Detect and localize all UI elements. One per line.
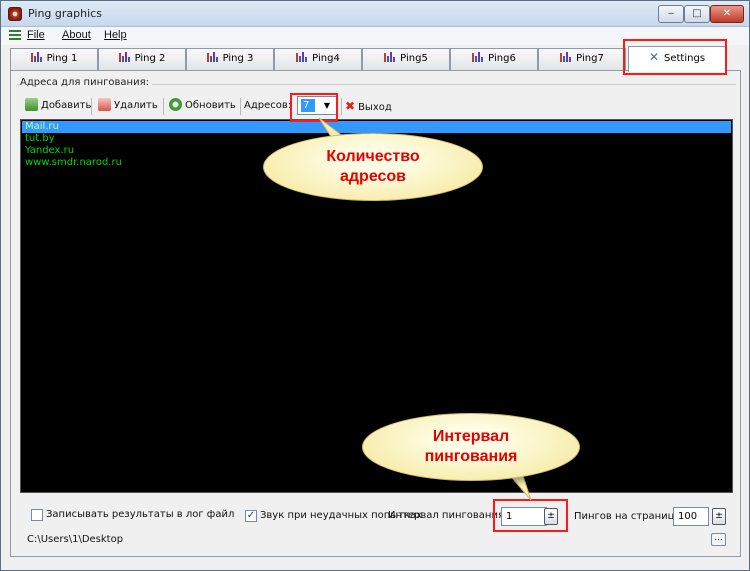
refresh-button-label: Обновить: [185, 100, 236, 111]
tab-label: Ping4: [312, 53, 340, 64]
bar-chart-icon: [384, 52, 396, 62]
address-count-value: 7: [301, 99, 315, 112]
tab-label: Ping7: [576, 53, 604, 64]
tab-ping-6[interactable]: Ping6: [450, 48, 538, 70]
chevron-down-icon[interactable]: ▼: [320, 99, 334, 112]
sound-on-fail-checkbox[interactable]: ✓: [245, 510, 257, 522]
menu-about[interactable]: About: [62, 29, 91, 41]
tab-ping-4[interactable]: Ping4: [274, 48, 362, 70]
menu-list-icon: [9, 30, 21, 41]
toolbar-separator: [240, 98, 241, 115]
toolbar-separator: [91, 98, 92, 115]
delete-button-label: Удалить: [114, 100, 158, 111]
interval-callout-line2: пингования: [424, 448, 518, 465]
log-to-file-checkbox[interactable]: [31, 509, 43, 521]
refresh-icon: [169, 98, 182, 111]
minimize-button[interactable]: ‒: [658, 5, 684, 23]
interval-label: Интервал пингования: [388, 510, 504, 521]
count-callout-line1: Количество: [326, 148, 420, 165]
menu-about-label: About: [62, 29, 91, 41]
add-button[interactable]: Добавить: [25, 98, 91, 114]
count-callout-line2: адресов: [339, 168, 407, 185]
pings-per-page-spinner-icon[interactable]: ±: [712, 508, 726, 525]
add-button-label: Добавить: [41, 100, 92, 111]
bar-chart-icon: [296, 52, 308, 62]
list-item[interactable]: Mail.ru: [22, 121, 731, 133]
settings-tools-icon: ✕: [648, 50, 660, 64]
tab-label: Ping 3: [222, 53, 254, 64]
title-bar[interactable]: Ping graphics ‒ □ ✕: [1, 1, 749, 27]
browse-button[interactable]: ...: [711, 533, 726, 546]
exit-button[interactable]: ✖ Выход: [345, 98, 392, 114]
maximize-button[interactable]: □: [684, 5, 710, 23]
tab-strip: Ping 1 Ping 2 Ping 3 Ping4 Ping5 Ping6 P…: [10, 46, 741, 72]
exit-icon: ✖: [345, 99, 356, 113]
tab-ping-3[interactable]: Ping 3: [186, 48, 274, 70]
pings-per-page-input[interactable]: 100: [673, 507, 709, 526]
close-button[interactable]: ✕: [710, 5, 744, 23]
tab-ping-2[interactable]: Ping 2: [98, 48, 186, 70]
menu-help[interactable]: Help: [104, 29, 127, 41]
exit-button-label: Выход: [358, 102, 392, 113]
toolbar-separator: [163, 98, 164, 115]
bar-chart-icon: [30, 52, 42, 62]
window-title: Ping graphics: [28, 7, 102, 20]
count-callout: Количество адресов: [263, 133, 483, 201]
bar-chart-icon: [118, 52, 130, 62]
tab-settings[interactable]: ✕ Settings: [628, 46, 726, 72]
toolbar-separator: [341, 98, 342, 115]
interval-callout: Интервал пингования: [362, 413, 580, 481]
menu-file[interactable]: File: [27, 29, 45, 41]
address-count-select[interactable]: 7 ▼: [297, 96, 337, 115]
log-to-file-label: Записывать результаты в лог файл: [46, 509, 235, 520]
tab-label: Settings: [664, 53, 706, 64]
interval-callout-line1: Интервал: [432, 428, 510, 445]
menu-bar: File About Help: [1, 27, 749, 45]
addresses-toolbar: Добавить Удалить Обновить Адресов: 7 ▼ ✖…: [21, 93, 741, 117]
delete-button[interactable]: Удалить: [98, 98, 158, 114]
bar-chart-icon: [560, 52, 572, 62]
tab-label: Ping6: [488, 53, 516, 64]
tab-ping-7[interactable]: Ping7: [538, 48, 626, 70]
app-window: Ping graphics ‒ □ ✕ File About Help Ping…: [0, 0, 750, 571]
delete-icon: [98, 98, 111, 111]
log-path-field[interactable]: C:\Users\1\Desktop: [27, 532, 737, 547]
tab-ping-1[interactable]: Ping 1: [10, 48, 98, 70]
app-logo-icon: [8, 7, 22, 21]
interval-spinner-icon[interactable]: ±: [544, 508, 558, 525]
bar-chart-icon: [472, 52, 484, 62]
addresses-group-title: Адреса для пингования:: [20, 77, 152, 88]
address-count-label: Адресов:: [244, 100, 292, 111]
pings-per-page-label: Пингов на страницу:: [574, 511, 684, 522]
refresh-button[interactable]: Обновить: [169, 98, 236, 114]
interval-input[interactable]: 1: [501, 507, 547, 526]
tab-ping-5[interactable]: Ping5: [362, 48, 450, 70]
tab-label: Ping 1: [46, 53, 78, 64]
menu-help-label: Help: [104, 29, 127, 41]
bar-chart-icon: [206, 52, 218, 62]
add-icon: [25, 98, 38, 111]
menu-file-label: File: [27, 29, 45, 41]
tab-label: Ping 2: [134, 53, 166, 64]
tab-label: Ping5: [400, 53, 428, 64]
